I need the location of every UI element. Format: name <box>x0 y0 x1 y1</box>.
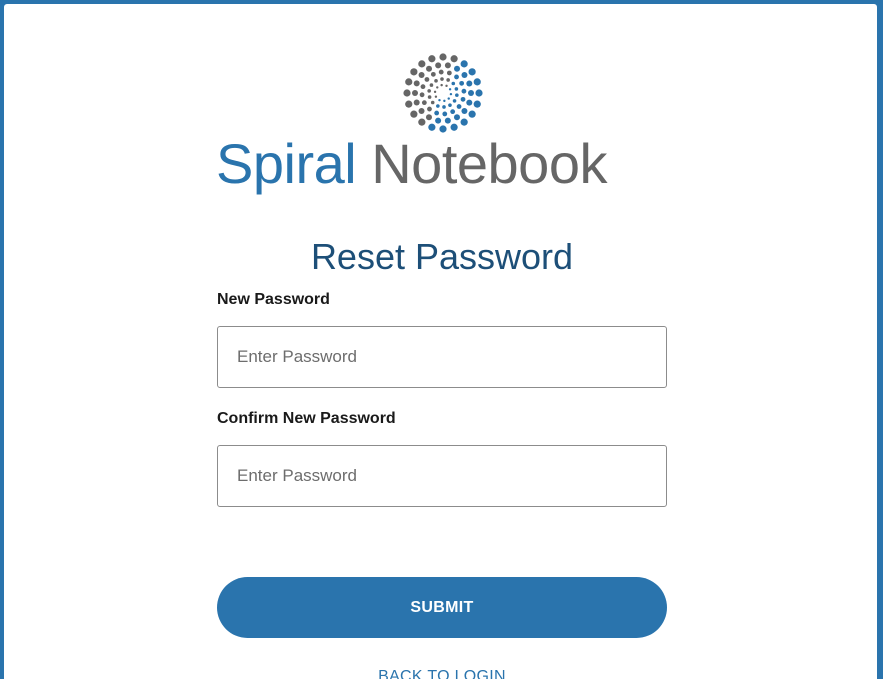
brand-name-spiral: Spiral <box>216 132 357 195</box>
confirm-password-label: Confirm New Password <box>217 410 396 427</box>
page-title: Reset Password <box>310 236 574 277</box>
back-to-login-link[interactable]: BACK TO LOGIN <box>217 668 667 679</box>
new-password-label: New Password <box>217 291 330 308</box>
submit-button[interactable]: SUBMIT <box>217 577 667 638</box>
spiral-logo-icon <box>403 53 483 133</box>
brand-name-notebook: Notebook <box>371 132 607 195</box>
confirm-password-input[interactable] <box>217 445 667 507</box>
brand-logo-text: Spiral Notebook <box>216 128 676 208</box>
new-password-input[interactable] <box>217 326 667 388</box>
